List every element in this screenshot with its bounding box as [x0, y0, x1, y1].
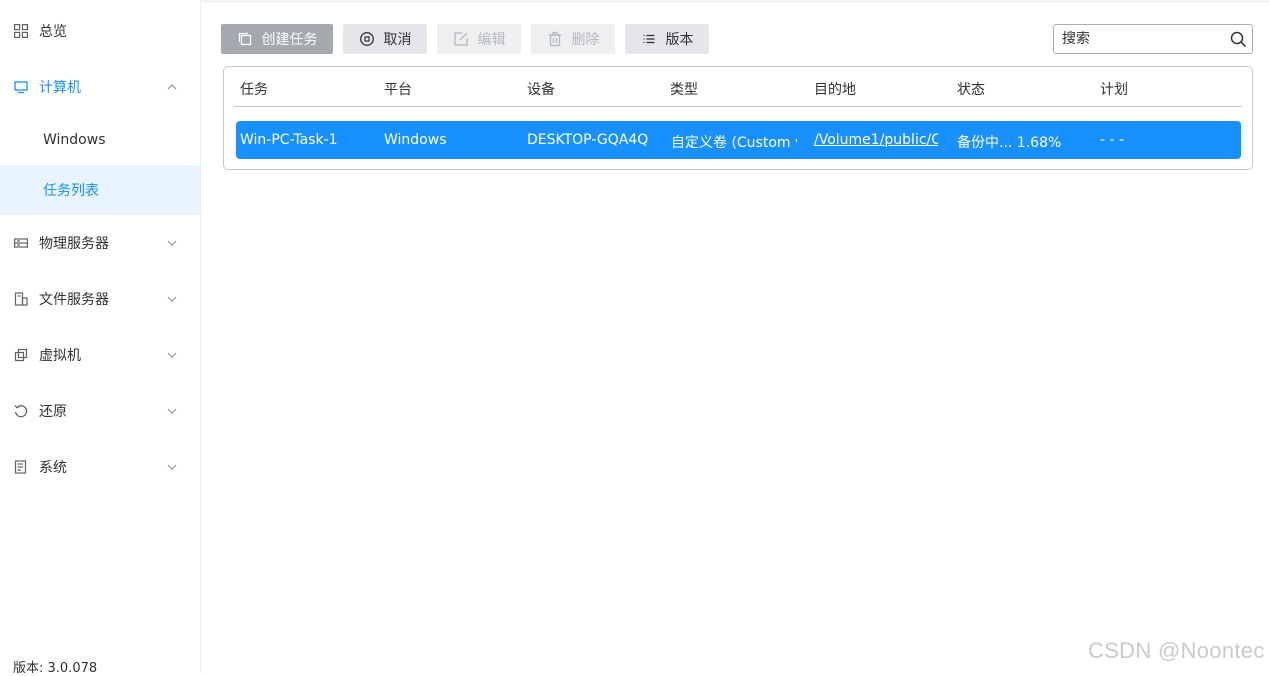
sub-item-task-list[interactable]: 任务列表 — [0, 165, 200, 215]
nav-item-label: 计算机 — [39, 80, 81, 96]
nav-item-virtual-machine[interactable]: 虚拟机 — [0, 327, 200, 383]
header-device: 设备 — [527, 82, 555, 98]
header-status: 状态 — [957, 82, 985, 98]
trash-icon — [547, 31, 563, 47]
top-divider — [200, 0, 1269, 3]
restore-icon — [14, 404, 28, 418]
header-type: 类型 — [670, 82, 698, 98]
watermark: CSDN @Noontec — [1088, 638, 1265, 663]
nav-item-physical-server[interactable]: 物理服务器 — [0, 215, 200, 271]
file-server-icon — [14, 292, 28, 306]
cell-destination-link[interactable]: /Volume1/public/Ce — [814, 132, 938, 148]
cancel-label: 取消 — [383, 32, 412, 48]
cell-type: 自定义卷 (Custom v — [671, 135, 797, 151]
sidebar: 总览 计算机 Windows 任务列表 物理服务器 文件服务器 虚拟机 还原 系… — [0, 0, 201, 676]
version-button-label: 版本 — [665, 32, 694, 48]
nav-item-restore[interactable]: 还原 — [0, 383, 200, 439]
nav-item-label: 还原 — [39, 404, 67, 420]
nav-item-file-server[interactable]: 文件服务器 — [0, 271, 200, 327]
chevron-down-icon — [166, 461, 178, 473]
task-table: 任务 平台 设备 类型 目的地 状态 计划 Win-PC-Task-1 Wind… — [223, 66, 1253, 170]
nav-item-label: 文件服务器 — [39, 292, 109, 308]
edit-label: 编辑 — [477, 32, 506, 48]
cancel-button[interactable]: 取消 — [343, 24, 427, 54]
search-icon[interactable] — [1230, 31, 1247, 48]
delete-label: 删除 — [571, 32, 600, 48]
header-destination: 目的地 — [814, 82, 856, 98]
nav-item-overview[interactable]: 总览 — [0, 3, 200, 59]
table-header: 任务 平台 设备 类型 目的地 状态 计划 — [234, 67, 1242, 107]
nav-item-computer[interactable]: 计算机 — [0, 59, 200, 115]
version-button[interactable]: 版本 — [625, 24, 709, 54]
nav-item-label: 虚拟机 — [39, 348, 81, 364]
chevron-down-icon — [166, 349, 178, 361]
system-icon — [14, 460, 28, 474]
chevron-down-icon — [166, 405, 178, 417]
nav-item-label: 总览 — [39, 24, 67, 40]
cell-schedule: - - - — [1100, 132, 1125, 148]
header-schedule: 计划 — [1100, 82, 1128, 98]
cell-device: DESKTOP-GQA4Q — [527, 132, 649, 148]
grid-icon — [14, 24, 28, 38]
sub-item-label: 任务列表 — [43, 183, 99, 199]
nav-item-label: 系统 — [39, 460, 67, 476]
chevron-up-icon — [166, 81, 178, 93]
nav-item-label: 物理服务器 — [39, 236, 109, 252]
search-input[interactable] — [1054, 25, 1224, 53]
search-box — [1053, 24, 1253, 54]
sub-item-label: Windows — [43, 132, 106, 148]
copy-icon — [237, 31, 253, 47]
list-icon — [641, 31, 657, 47]
delete-button[interactable]: 删除 — [531, 24, 615, 54]
create-task-button[interactable]: 创建任务 — [221, 24, 333, 54]
stop-circle-icon — [359, 31, 375, 47]
chevron-down-icon — [166, 237, 178, 249]
cell-task: Win-PC-Task-1 — [240, 132, 338, 148]
monitor-icon — [14, 80, 28, 94]
version-label: 版本: 3.0.078 — [13, 661, 98, 676]
cell-platform: Windows — [384, 132, 447, 148]
edit-button[interactable]: 编辑 — [437, 24, 521, 54]
server-icon — [14, 236, 28, 250]
create-task-label: 创建任务 — [261, 32, 318, 48]
nav-item-system[interactable]: 系统 — [0, 439, 200, 495]
header-task: 任务 — [240, 82, 268, 98]
chevron-down-icon — [166, 293, 178, 305]
vm-icon — [14, 348, 28, 362]
edit-icon — [453, 31, 469, 47]
sub-item-windows[interactable]: Windows — [0, 115, 200, 165]
cell-status: 备份中... 1.68% — [957, 135, 1062, 151]
table-row[interactable]: Win-PC-Task-1 Windows DESKTOP-GQA4Q 自定义卷… — [236, 121, 1241, 159]
header-platform: 平台 — [384, 82, 412, 98]
